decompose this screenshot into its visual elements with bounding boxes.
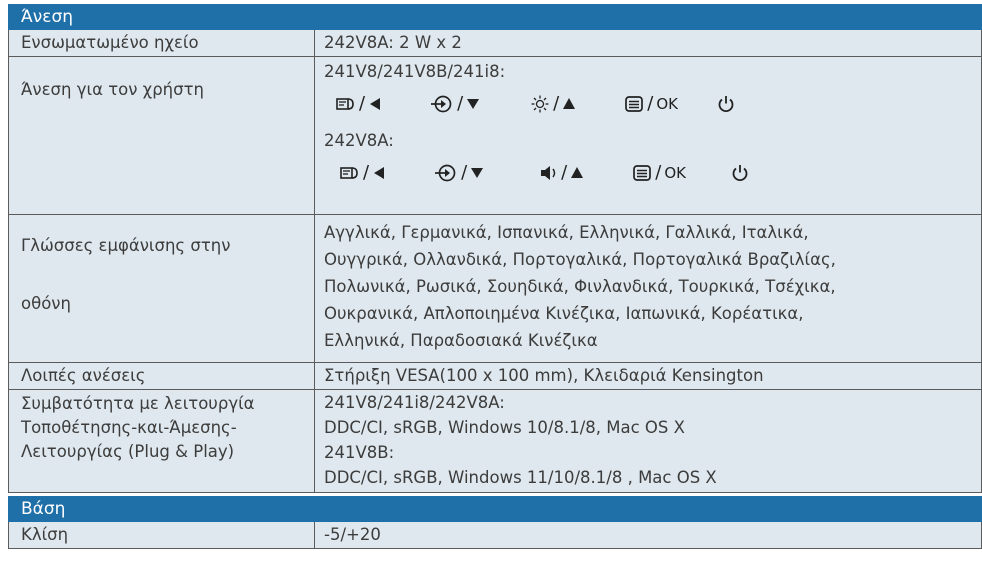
language-line: Ουκρανικά, Απλοποιημένα Κινέζικα, Ιαπωνι… (324, 304, 804, 323)
value-plug-and-play: 241V8/241i8/242V8A: DDC/CI, sRGB, Window… (315, 390, 982, 492)
arrow-down-icon (466, 97, 480, 111)
arrow-up-icon (570, 166, 584, 180)
slash: / (363, 162, 370, 183)
language-line: Ελληνικά, Παραδοσιακά Κινέζικα (324, 331, 598, 350)
spec-table: Άνεση Ενσωματωμένο ηχείο 242V8A: 2 W x 2… (8, 4, 982, 549)
language-line: Πολωνικά, Ρωσικά, Σουηδικά, Φινλανδικά, … (324, 277, 836, 296)
slash: / (461, 162, 468, 183)
slash: / (647, 93, 654, 114)
label-ease-of-use: Άνεση για τον χρήστη (8, 57, 315, 214)
label-plug-line: Τοποθέτησης-και-Άμεσης- (21, 418, 237, 437)
controls-row-a: / / / / OK (324, 85, 981, 122)
slash: / (359, 93, 366, 114)
menu-icon (334, 95, 356, 113)
menu-icon (338, 164, 360, 182)
power-icon (730, 163, 750, 183)
value-osd-languages: Αγγλικά, Γερμανικά, Ισπανικά, Ελληνικά, … (315, 215, 982, 362)
plug-line: DDC/CI, sRGB, Windows 10/8.1/8, Mac OS X (324, 418, 685, 437)
arrow-down-icon (470, 166, 484, 180)
input-icon (430, 94, 454, 114)
arrow-up-icon (562, 97, 576, 111)
row-osd-languages: Γλώσσες εμφάνισης στην οθόνη Αγγλικά, Γε… (8, 215, 982, 363)
plug-line: 241V8/241i8/242V8A: (324, 393, 505, 412)
label-osd-line-1: Γλώσσες εμφάνισης στην (21, 236, 231, 255)
row-plug-and-play: Συμβατότητα με λειτουργία Τοποθέτησης-κα… (8, 390, 982, 493)
value-ease-of-use: 241V8/241V8B/241i8: / / / / OK 242V8A: /… (315, 57, 982, 214)
slash: / (457, 93, 464, 114)
arrow-left-icon (368, 97, 382, 111)
input-icon (434, 163, 458, 183)
label-plug-and-play: Συμβατότητα με λειτουργία Τοποθέτησης-κα… (8, 390, 315, 492)
language-line: Ουγγρικά, Ολλανδικά, Πορτογαλικά, Πορτογ… (324, 250, 836, 269)
label-speaker: Ενσωματωμένο ηχείο (8, 30, 315, 56)
label-osd-line-2: οθόνη (21, 294, 71, 313)
label-other-conveniences: Λοιπές ανέσεις (8, 363, 315, 389)
label-osd-languages: Γλώσσες εμφάνισης στην οθόνη (8, 215, 315, 362)
label-tilt: Κλίση (8, 522, 315, 548)
ok-label: OK (656, 94, 678, 113)
row-other-conveniences: Λοιπές ανέσεις Στήριξη VESA(100 x 100 mm… (8, 363, 982, 390)
label-plug-line: Συμβατότητα με λειτουργία (21, 394, 255, 413)
plug-line: DDC/CI, sRGB, Windows 11/10/8.1/8 , Mac … (324, 468, 717, 487)
value-speaker: 242V8A: 2 W x 2 (315, 30, 982, 56)
value-other-conveniences: Στήριξη VESA(100 x 100 mm), Κλειδαριά Ke… (315, 363, 982, 389)
value-tilt: -5/+20 (315, 522, 982, 548)
slash: / (561, 162, 568, 183)
power-icon (716, 94, 736, 114)
ok-label: OK (664, 163, 686, 182)
slash: / (655, 162, 662, 183)
model-line-b: 242V8A: (324, 131, 394, 150)
arrow-left-icon (372, 166, 386, 180)
label-plug-line: Λειτουργίας (Plug & Play) (21, 442, 235, 461)
row-speaker: Ενσωματωμένο ηχείο 242V8A: 2 W x 2 (8, 30, 982, 57)
slash: / (553, 93, 560, 114)
menu-list-icon (624, 95, 644, 113)
section-header-comfort: Άνεση (8, 4, 982, 30)
language-line: Αγγλικά, Γερμανικά, Ισπανικά, Ελληνικά, … (324, 223, 809, 242)
section-header-stand: Βάση (8, 496, 982, 522)
volume-icon (538, 164, 558, 182)
label-ease-text: Άνεση για τον χρήστη (21, 80, 204, 99)
row-tilt: Κλίση -5/+20 (8, 522, 982, 549)
model-line-a: 241V8/241V8B/241i8: (324, 62, 506, 81)
plug-line: 241V8B: (324, 443, 395, 462)
row-ease-of-use: Άνεση για τον χρήστη 241V8/241V8B/241i8:… (8, 57, 982, 215)
controls-row-b: / / / / OK (324, 154, 981, 191)
brightness-icon (530, 94, 550, 114)
menu-list-icon (632, 164, 652, 182)
